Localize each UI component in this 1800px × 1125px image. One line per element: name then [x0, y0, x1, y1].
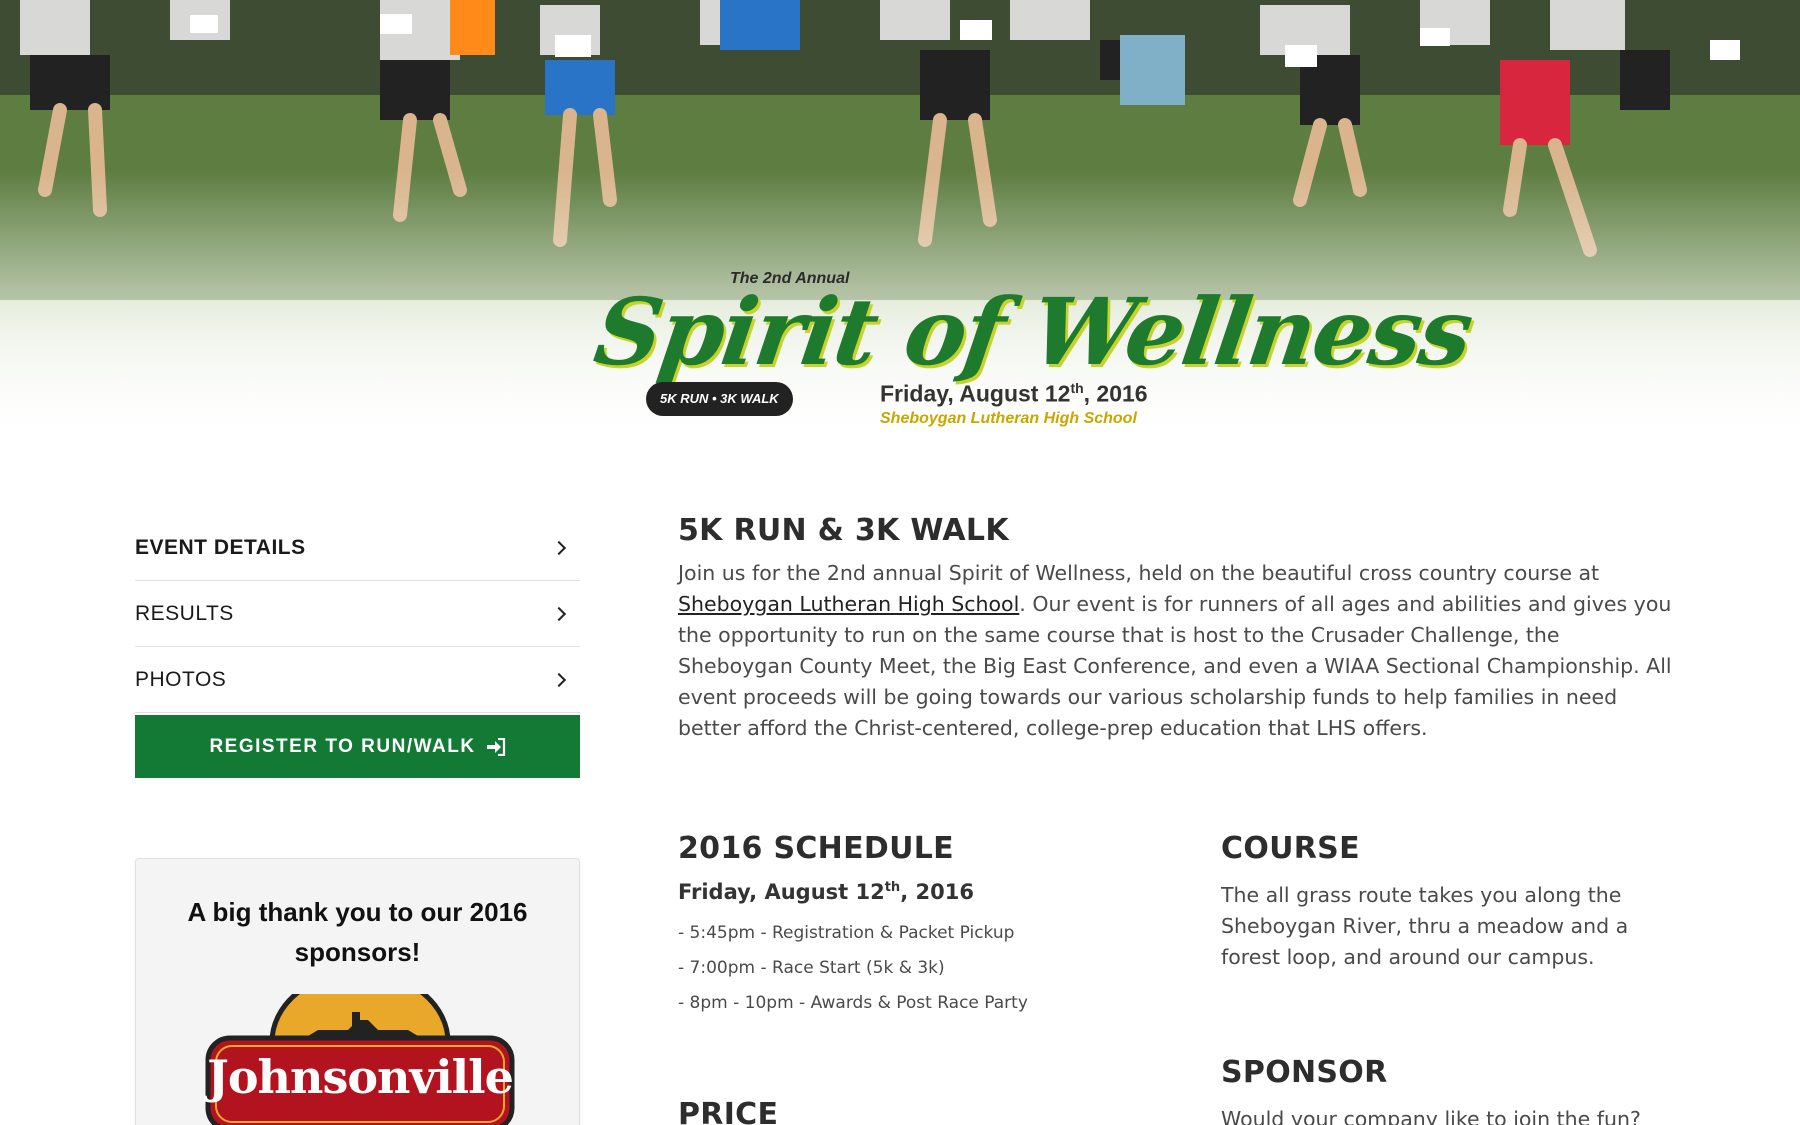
nav-item-label: EVENT DETAILS [135, 535, 306, 559]
nav-item-label: RESULTS [135, 601, 234, 625]
nav-item-results[interactable]: RESULTS [135, 581, 580, 647]
schedule-section: 2016 SCHEDULE Friday, August 12th, 2016 … [678, 831, 1178, 1021]
logo-distance-pill: 5K RUN • 3K WALK [646, 382, 793, 416]
schedule-heading: 2016 SCHEDULE [678, 831, 954, 866]
logo-school: Sheboygan Lutheran High School [880, 410, 1137, 427]
course-text: The all grass route takes you along the … [1221, 883, 1629, 969]
schedule-list: - 5:45pm - Registration & Packet Pickup … [678, 916, 1178, 1021]
schedule-item: - 8pm - 10pm - Awards & Post Race Party [678, 993, 1028, 1013]
schedule-date: Friday, August 12th, 2016 [678, 880, 974, 904]
price-section: PRICE [678, 1097, 778, 1125]
chevron-right-icon [551, 540, 567, 555]
event-logo: The 2nd Annual Spirit of Wellness 5K RUN… [588, 262, 1477, 442]
intro-section: 5K RUN & 3K WALK Join us for the 2nd ann… [678, 513, 1678, 744]
sidebar-nav: EVENT DETAILS RESULTS PHOTOS REGISTER TO… [135, 515, 580, 778]
course-heading: COURSE [1221, 831, 1360, 866]
logo-title: Spirit of Wellness [588, 278, 1478, 386]
sponsor-text: Would your company like to join the fun? [1221, 1107, 1641, 1125]
sponsors-box: A big thank you to our 2016 sponsors! Jo… [135, 858, 580, 1125]
logo-date: Friday, August 12th, 2016 [880, 380, 1148, 407]
intro-heading: 5K RUN & 3K WALK [678, 513, 1009, 548]
sponsor-section: SPONSOR Would your company like to join … [1221, 1055, 1651, 1125]
chevron-right-icon [551, 606, 567, 621]
price-heading: PRICE [678, 1097, 779, 1125]
school-link[interactable]: Sheboygan Lutheran High School [678, 592, 1019, 616]
register-button-label: REGISTER TO RUN/WALK [209, 735, 476, 757]
nav-item-event-details[interactable]: EVENT DETAILS [135, 515, 580, 581]
sponsors-box-title: A big thank you to our 2016 sponsors! [187, 897, 528, 967]
sponsor-heading: SPONSOR [1221, 1055, 1388, 1090]
sign-in-icon [486, 737, 506, 756]
register-button[interactable]: REGISTER TO RUN/WALK [135, 715, 580, 778]
intro-text: Join us for the 2nd annual Spirit of Wel… [678, 561, 1672, 740]
johnsonville-logo-text: Johnsonville [207, 1050, 514, 1104]
hero-banner: The 2nd Annual Spirit of Wellness 5K RUN… [0, 0, 1800, 470]
schedule-item: - 7:00pm - Race Start (5k & 3k) [678, 958, 945, 978]
course-section: COURSE The all grass route takes you alo… [1221, 831, 1651, 973]
johnsonville-logo[interactable]: Johnsonville [202, 969, 518, 1125]
nav-item-photos[interactable]: PHOTOS [135, 647, 580, 713]
chevron-right-icon [551, 672, 567, 687]
schedule-item: - 5:45pm - Registration & Packet Pickup [678, 923, 1015, 943]
nav-item-label: PHOTOS [135, 667, 227, 691]
